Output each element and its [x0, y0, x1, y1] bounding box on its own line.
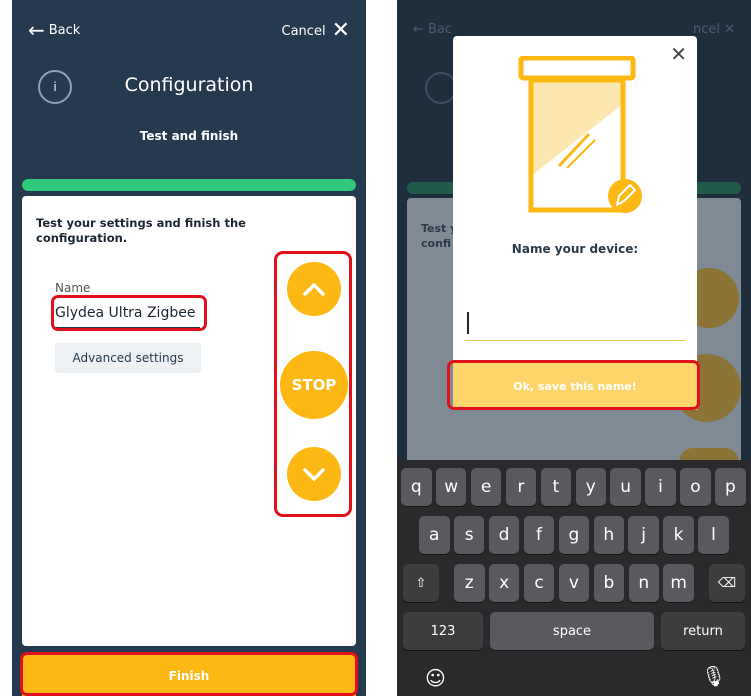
- backspace-icon: ⌫: [717, 575, 737, 591]
- chevron-up-icon: [303, 283, 325, 296]
- cancel-button: ncel ✕: [692, 22, 735, 37]
- cancel-label: ncel: [692, 22, 720, 37]
- close-icon[interactable]: ✕: [670, 42, 687, 66]
- rename-device-screen: ← Bac ncel ✕ Test y confi ✕ Name your de…: [397, 0, 751, 696]
- progress-bar: [22, 179, 356, 191]
- key-i[interactable]: i: [645, 468, 676, 506]
- key-k[interactable]: k: [663, 516, 694, 554]
- card-heading: Test y confi: [421, 222, 457, 250]
- key-return[interactable]: return: [661, 612, 745, 650]
- key-c[interactable]: c: [523, 564, 555, 602]
- shift-icon: ⇧: [415, 575, 427, 591]
- key-x[interactable]: x: [488, 564, 520, 602]
- key-d[interactable]: d: [488, 516, 520, 554]
- device-name-input[interactable]: [465, 306, 685, 341]
- key-b[interactable]: b: [593, 564, 625, 602]
- key-q[interactable]: q: [401, 468, 432, 506]
- key-g[interactable]: g: [558, 516, 590, 554]
- key-w[interactable]: w: [435, 468, 467, 506]
- step-subtitle: Test and finish: [139, 129, 239, 143]
- cancel-label: Cancel: [281, 23, 326, 39]
- key-n[interactable]: n: [628, 564, 659, 602]
- dialog-label: Name your device:: [511, 242, 639, 256]
- key-z[interactable]: z: [454, 564, 485, 602]
- microphone-icon[interactable]: 🎙: [701, 664, 726, 688]
- text-caret: [467, 312, 469, 334]
- back-button: ← Bac: [413, 22, 453, 37]
- page-title: Configuration: [124, 74, 254, 96]
- key-o[interactable]: o: [680, 468, 711, 506]
- stop-button[interactable]: STOP: [280, 351, 348, 419]
- key-t[interactable]: t: [540, 468, 572, 506]
- settings-card: Test your settings and finish the config…: [22, 196, 356, 646]
- onscreen-keyboard: 123 space return ⇧ ⌫ ☺ 🎙 qwertyuiop asdfg…: [397, 460, 751, 696]
- highlight-frame: [447, 360, 700, 410]
- key-e[interactable]: e: [470, 468, 502, 506]
- key-j[interactable]: j: [628, 516, 659, 554]
- cancel-button[interactable]: Cancel ✕: [282, 20, 350, 42]
- back-button[interactable]: ← Back: [28, 20, 80, 40]
- key-l[interactable]: l: [698, 516, 729, 554]
- back-label: Back: [48, 22, 81, 38]
- backspace-key[interactable]: ⌫: [709, 564, 745, 602]
- key-a[interactable]: a: [419, 516, 450, 554]
- up-button[interactable]: [287, 262, 341, 316]
- down-button[interactable]: [287, 447, 341, 501]
- key-h[interactable]: h: [593, 516, 624, 554]
- name-device-dialog: ✕ Name your device: Ok, save this name!: [453, 36, 697, 410]
- key-r[interactable]: r: [505, 468, 537, 506]
- close-icon: ✕: [331, 18, 350, 43]
- key-f[interactable]: f: [523, 516, 555, 554]
- top-bar: ← Back Cancel ✕: [12, 0, 366, 60]
- key-space[interactable]: space: [490, 612, 654, 650]
- device-edit-icon: [518, 56, 642, 213]
- advanced-settings-button[interactable]: Advanced settings: [55, 343, 201, 373]
- highlight-frame: [51, 295, 207, 331]
- key-v[interactable]: v: [558, 564, 590, 602]
- card-heading: Test your settings and finish the config…: [36, 216, 246, 245]
- key-p[interactable]: p: [715, 468, 746, 506]
- key-y[interactable]: y: [575, 468, 606, 506]
- key-s[interactable]: s: [453, 516, 485, 554]
- configuration-screen: ← Back Cancel ✕ i Configuration Test and…: [12, 0, 366, 696]
- emoji-icon[interactable]: ☺: [425, 666, 446, 690]
- progress-fill: [22, 179, 356, 191]
- highlight-frame: [20, 652, 358, 696]
- arrow-left-icon: ←: [28, 18, 45, 42]
- key-u[interactable]: u: [610, 468, 641, 506]
- shift-key[interactable]: ⇧: [403, 564, 439, 602]
- back-label: Bac: [428, 22, 453, 37]
- key-m[interactable]: m: [663, 564, 694, 602]
- key-numbers[interactable]: 123: [403, 612, 483, 650]
- name-label: Name: [55, 281, 91, 295]
- chevron-down-icon: [303, 468, 325, 481]
